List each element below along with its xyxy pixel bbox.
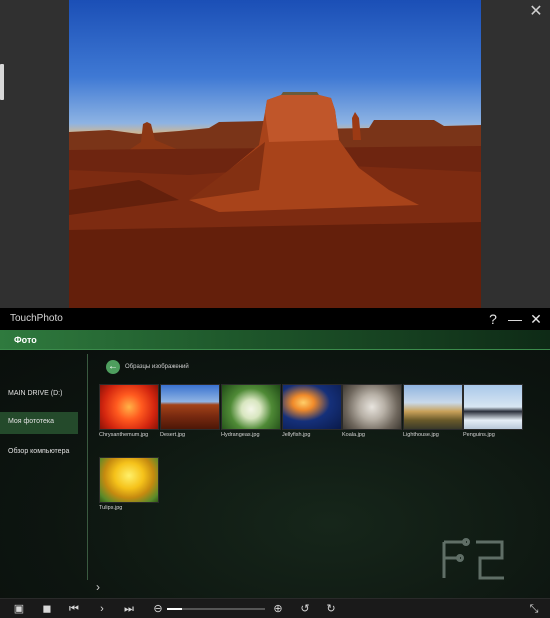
thumbnail-image <box>160 384 220 430</box>
last-icon[interactable]: ⏭ <box>121 601 137 617</box>
touchphoto-window: TouchPhoto ? — ✕ Фото MAIN DRIVE (D:) Мо… <box>0 308 550 618</box>
thumbnail-caption: Chrysanthemum.jpg <box>99 432 149 438</box>
sidebar-item-browse-computer[interactable]: Обзор компьютера <box>0 442 78 464</box>
thumbnail-image <box>221 384 281 430</box>
desert-photo[interactable] <box>69 0 481 308</box>
thumbnail-image <box>463 384 523 430</box>
app-title: TouchPhoto <box>10 313 63 324</box>
rotate-right-icon[interactable]: ↻ <box>323 601 339 617</box>
sidebar-divider <box>87 354 88 580</box>
tab-photo[interactable]: Фото <box>14 335 37 345</box>
image-icon[interactable]: ▣ <box>11 601 27 617</box>
tab-bar: Фото <box>0 330 550 350</box>
close-button[interactable]: ✕ <box>528 311 544 327</box>
browser-content: MAIN DRIVE (D:) Моя фототека Обзор компь… <box>0 350 550 598</box>
thumbnail-jellyfish[interactable]: Jellyfish.jpg <box>282 384 342 438</box>
back-arrow-icon[interactable]: ← <box>106 360 120 374</box>
thumbnail-image <box>403 384 463 430</box>
side-panel-handle[interactable] <box>0 64 4 100</box>
thumbnail-lighthouse[interactable]: Lighthouse.jpg <box>403 384 463 438</box>
thumbnail-caption: Tulips.jpg <box>99 505 123 511</box>
sidebar-item-my-library[interactable]: Моя фототека <box>0 412 78 434</box>
thumbnail-image <box>99 384 159 430</box>
thumbnail-penguins[interactable]: Penguins.jpg <box>463 384 523 438</box>
thumbnail-image <box>342 384 402 430</box>
chevron-right-icon[interactable]: › <box>96 580 100 594</box>
minimize-button[interactable]: — <box>507 311 523 327</box>
thumbnail-image <box>282 384 342 430</box>
zoom-slider-fill <box>167 608 182 610</box>
thumbnail-caption: Desert.jpg <box>160 432 186 438</box>
thumbnail-tulips[interactable]: Tulips.jpg <box>99 457 159 511</box>
title-bar: TouchPhoto ? — ✕ <box>0 308 550 330</box>
photo-viewer: ✕ <box>0 0 550 308</box>
stop-icon[interactable]: ◼ <box>39 601 55 617</box>
thumbnail-koala[interactable]: Koala.jpg <box>342 384 402 438</box>
thumbnail-caption: Koala.jpg <box>342 432 365 438</box>
thumbnail-desert[interactable]: Desert.jpg <box>160 384 220 438</box>
folder-title: Образцы изображений <box>125 364 189 370</box>
rotate-left-icon[interactable]: ↺ <box>297 601 313 617</box>
sidebar: MAIN DRIVE (D:) Моя фототека Обзор компь… <box>0 350 86 598</box>
thumbnail-caption: Hydrangeas.jpg <box>221 432 260 438</box>
close-icon[interactable]: ✕ <box>528 4 544 20</box>
fullscreen-icon[interactable]: ⤡ <box>526 601 542 617</box>
zoom-slider[interactable] <box>167 608 265 610</box>
sidebar-item-main-drive[interactable]: MAIN DRIVE (D:) <box>0 384 78 406</box>
bottom-toolbar: ▣ ◼ ⏮ › ⏭ ⊖ ⊕ ↺ ↻ ⤡ <box>0 598 550 618</box>
thumbnail-chrysanthemum[interactable]: Chrysanthemum.jpg <box>99 384 159 438</box>
next-icon[interactable]: › <box>94 601 110 617</box>
help-button[interactable]: ? <box>485 311 501 327</box>
zoom-in-icon[interactable]: ⊕ <box>270 601 286 617</box>
ferra-logo <box>436 538 512 590</box>
zoom-out-icon[interactable]: ⊖ <box>150 601 166 617</box>
thumbnail-hydrangeas[interactable]: Hydrangeas.jpg <box>221 384 281 438</box>
thumbnail-image <box>99 457 159 503</box>
thumbnail-caption: Penguins.jpg <box>463 432 495 438</box>
first-icon[interactable]: ⏮ <box>66 601 82 617</box>
